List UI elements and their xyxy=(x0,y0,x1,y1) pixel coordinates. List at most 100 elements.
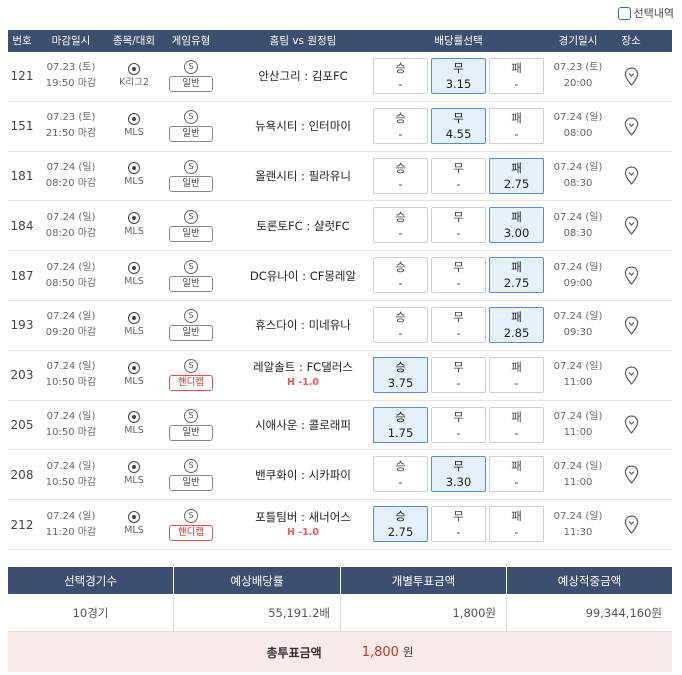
summary-panel: 선택경기수 예상배당률 개별투표금액 예상적중금액 10경기 55,191.2배… xyxy=(8,567,672,672)
odds-draw-button[interactable]: 무 - xyxy=(431,157,486,194)
game-hour: 08:00 xyxy=(563,128,593,140)
location-pin-icon[interactable] xyxy=(624,266,639,285)
deadline: 07.24 (일) 10:50 마감 xyxy=(40,351,102,400)
odds-lose-button[interactable]: 패 3.00 xyxy=(489,207,544,244)
odds-lose-button[interactable]: 패 - xyxy=(489,456,544,493)
teams[interactable]: 밴쿠화이 : 시카파이 xyxy=(228,450,378,499)
deadline-date: 07.24 (일) xyxy=(46,311,96,323)
teams[interactable]: 뉴욕시티 : 인터마이 xyxy=(228,102,378,151)
game-time: 07.24 (일) 11:00 xyxy=(550,450,606,499)
match-row: 193 07.24 (일) 09:20 마감 MLS S 일반 휴스다이 : 미… xyxy=(8,301,672,351)
game-hour: 11:00 xyxy=(563,426,593,438)
odds-draw-button[interactable]: 무 3.30 xyxy=(431,456,486,493)
game-type-icon: S xyxy=(184,508,198,523)
away-team: 콜로래피 xyxy=(308,417,351,432)
odds-draw-button[interactable]: 무 - xyxy=(431,406,486,443)
teams[interactable]: 휴스다이 : 미네유나 xyxy=(228,301,378,350)
odds-draw-label: 무 xyxy=(453,359,464,374)
odds-win-button[interactable]: 승 - xyxy=(373,157,428,194)
summary-header: 선택경기수 예상배당률 개별투표금액 예상적중금액 xyxy=(8,567,672,594)
odds-win-button[interactable]: 승 - xyxy=(373,257,428,294)
odds-draw-button[interactable]: 무 - xyxy=(431,207,486,244)
odds-draw-button[interactable]: 무 - xyxy=(431,257,486,294)
deadline-time: 19:50 마감 xyxy=(45,78,97,90)
odds-lose-button[interactable]: 패 - xyxy=(489,58,544,94)
location-pin-icon[interactable] xyxy=(624,415,639,435)
match-row: 205 07.24 (일) 10:50 마감 MLS S 일반 시애사운 : 콜… xyxy=(8,401,672,451)
league: MLS xyxy=(115,201,153,250)
deadline-date: 07.24 (일) xyxy=(46,211,96,223)
odds-win-button[interactable]: 승 - xyxy=(373,456,428,493)
summary-header-count: 선택경기수 xyxy=(8,567,174,594)
game-type-badge: 일반 xyxy=(169,424,213,441)
odds-draw-value: 3.30 xyxy=(445,475,472,490)
game-time: 07.24 (일) 11:00 xyxy=(550,351,606,400)
odds-lose-button[interactable]: 패 - xyxy=(489,506,544,543)
deadline-time: 21:50 마감 xyxy=(45,128,97,140)
odds-draw-button[interactable]: 무 - xyxy=(431,306,486,343)
odds-lose-button[interactable]: 패 2.75 xyxy=(489,257,544,294)
teams[interactable]: 안산그리 : 김포FC xyxy=(228,52,378,101)
odds-win-button[interactable]: 승 1.75 xyxy=(373,406,428,443)
game-date: 07.24 (일) xyxy=(553,460,603,472)
teams[interactable]: 올랜시티 : 필라유니 xyxy=(228,152,378,201)
teams[interactable]: 포틀팀버 : 새너어스 H -1.0 xyxy=(228,500,378,549)
odds-draw-button[interactable]: 무 - xyxy=(431,356,486,393)
odds-win-value: - xyxy=(398,126,403,141)
home-team: 시애사운 xyxy=(255,417,298,432)
odds-win-button[interactable]: 승 - xyxy=(373,58,428,94)
location xyxy=(618,301,644,350)
away-team: FC댈러스 xyxy=(306,360,353,375)
location-pin-icon[interactable] xyxy=(624,366,639,385)
odds-draw-label: 무 xyxy=(453,260,464,275)
odds-draw-value: - xyxy=(456,325,461,340)
location-pin-icon[interactable] xyxy=(624,67,639,86)
teams[interactable]: 레알솔트 : FC댈러스 H -1.0 xyxy=(228,351,378,400)
odds-draw-button[interactable]: 무 3.15 xyxy=(431,58,486,94)
game-hour: 08:30 xyxy=(563,227,593,239)
game-type-badge: 일반 xyxy=(169,76,213,93)
game-date: 07.24 (일) xyxy=(553,311,603,323)
odds-lose-value: - xyxy=(514,425,519,440)
odds-lose-button[interactable]: 패 - xyxy=(489,406,544,443)
odds-win-button[interactable]: 승 2.75 xyxy=(373,506,428,543)
header-odds: 배당률선택 xyxy=(434,35,483,47)
location-pin-icon[interactable] xyxy=(624,166,639,186)
location-pin-icon[interactable] xyxy=(624,316,639,335)
deadline-date: 07.24 (일) xyxy=(46,161,96,173)
teams[interactable]: 시애사운 : 콜로래피 xyxy=(228,401,378,450)
league-name: MLS xyxy=(124,425,144,437)
team-names: 뉴욕시티 : 인터마이 xyxy=(255,119,351,134)
odds-win-button[interactable]: 승 3.75 xyxy=(373,356,428,393)
odds-draw-label: 무 xyxy=(453,309,464,324)
odds-lose-button[interactable]: 패 - xyxy=(489,356,544,393)
game-type: S 일반 xyxy=(166,401,216,450)
teams[interactable]: DC유나이 : CF몽레알 xyxy=(228,251,378,300)
odds-lose-button[interactable]: 패 2.85 xyxy=(489,306,544,343)
location-pin-icon[interactable] xyxy=(624,465,639,485)
odds-win-button[interactable]: 승 - xyxy=(373,306,428,343)
odds-win-button[interactable]: 승 - xyxy=(373,207,428,244)
odds-win-button[interactable]: 승 - xyxy=(373,107,428,144)
odds-draw-button[interactable]: 무 - xyxy=(431,506,486,543)
odds-lose-button[interactable]: 패 - xyxy=(489,107,544,144)
teams[interactable]: 토론토FC : 샬럿FC xyxy=(228,201,378,250)
game-type-icon: S xyxy=(184,458,198,473)
selection-toggle[interactable]: 선택내역 xyxy=(617,5,674,21)
selection-checkbox[interactable] xyxy=(617,6,631,20)
game-date: 07.24 (일) xyxy=(553,361,603,373)
header-location: 장소 xyxy=(621,35,641,47)
league-name: K리그2 xyxy=(119,76,149,88)
header-game-time: 경기일시 xyxy=(558,35,598,47)
odds-draw-button[interactable]: 무 4.55 xyxy=(431,107,486,144)
location-pin-icon[interactable] xyxy=(624,515,639,534)
deadline: 07.23 (토) 19:50 마감 xyxy=(40,52,102,101)
game-time: 07.24 (일) 08:30 xyxy=(550,152,606,201)
location-pin-icon[interactable] xyxy=(624,216,639,236)
away-team: 김포FC xyxy=(311,69,348,84)
match-number: 205 xyxy=(10,417,34,432)
odds-win-value: - xyxy=(398,475,403,490)
location-pin-icon[interactable] xyxy=(624,117,639,136)
odds-lose-button[interactable]: 패 2.75 xyxy=(489,157,544,194)
location xyxy=(618,500,644,549)
